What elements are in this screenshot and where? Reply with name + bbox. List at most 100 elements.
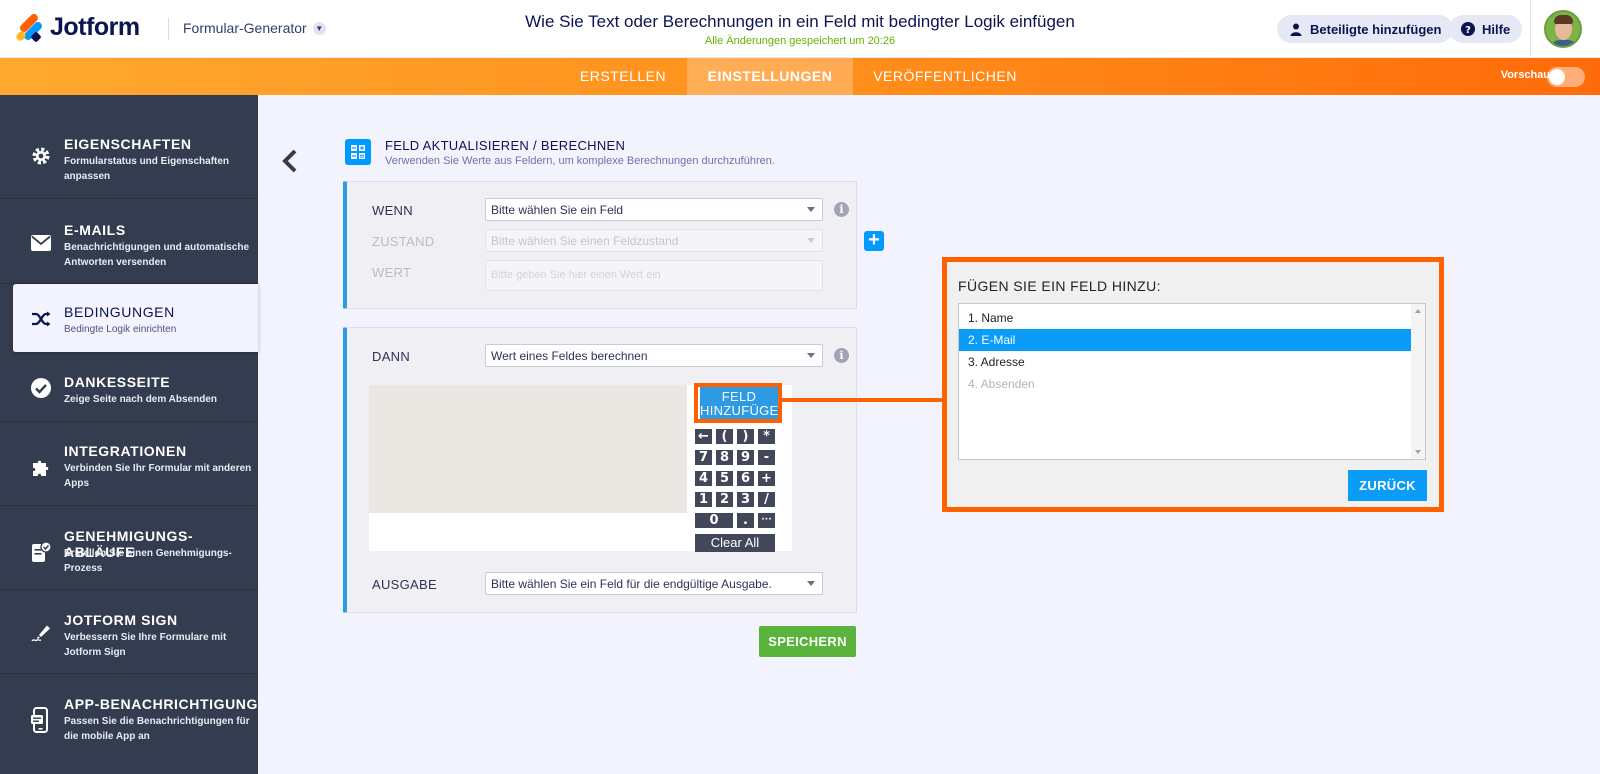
- add-condition-button[interactable]: +: [864, 230, 884, 251]
- if-label: WENN: [372, 203, 413, 218]
- value-input[interactable]: Bitte geben Sie hier einen Wert ein: [485, 260, 823, 291]
- key-plus[interactable]: +: [758, 471, 775, 486]
- key-divide[interactable]: /: [758, 492, 775, 507]
- sidebar-item-desc: Verbinden Sie Ihr Formular mit anderen A…: [64, 463, 252, 489]
- sidebar-item-jotform-sign[interactable]: JOTFORM SIGN Verbessern Sie Ihre Formula…: [0, 590, 258, 674]
- key-2[interactable]: 2: [716, 492, 733, 507]
- jotform-logo-icon: [14, 11, 44, 43]
- key-8[interactable]: 8: [716, 450, 733, 465]
- key-5[interactable]: 5: [716, 471, 733, 486]
- header-separator: [1530, 0, 1531, 58]
- sidebar-item-desc: Verbessern Sie Ihre Formulare mit Jotfor…: [64, 632, 227, 658]
- sidebar-item-title: DANKESSEITE: [64, 374, 171, 390]
- sidebar-item-desc: Erstellen Sie einen Genehmigungs-Prozess: [64, 548, 232, 574]
- key-close-paren[interactable]: ): [737, 429, 754, 444]
- list-scrollbar[interactable]: [1411, 304, 1425, 459]
- key-9[interactable]: 9: [737, 450, 754, 465]
- sidebar-item-genehmigungs-ablaeufe[interactable]: GENEHMIGUNGS-ABLÄUFE Erstellen Sie einen…: [0, 506, 258, 590]
- condition-card: WENN Bitte wählen Sie ein Feld i ZUSTAND…: [343, 181, 857, 309]
- key-4[interactable]: 4: [695, 471, 712, 486]
- sidebar-item-eigenschaften[interactable]: EIGENSCHAFTEN Formularstatus und Eigensc…: [0, 95, 258, 199]
- envelope-icon: [30, 232, 52, 254]
- save-button[interactable]: SPEICHERN: [759, 626, 856, 657]
- sidebar-item-emails[interactable]: E-MAILS Benachrichtigungen und automatis…: [0, 199, 258, 284]
- help-button[interactable]: ? Hilfe: [1449, 15, 1523, 43]
- sidebar-item-title: APP-BENACHRICHTIGUNG: [64, 696, 258, 712]
- section-subtitle: Verwenden Sie Werte aus Feldern, um komp…: [385, 155, 775, 167]
- jotform-logo[interactable]: Jotform: [14, 11, 140, 43]
- back-button[interactable]: ZURÜCK: [1348, 470, 1427, 501]
- tab-erstellen[interactable]: ERSTELLEN: [567, 58, 679, 95]
- field-list[interactable]: 1. Name 2. E-Mail 3. Adresse 4. Absenden: [958, 303, 1426, 460]
- svg-text:?: ?: [1465, 25, 1471, 36]
- key-more[interactable]: ···: [758, 513, 775, 528]
- scroll-down-arrow-icon[interactable]: [1415, 450, 1421, 454]
- key-3[interactable]: 3: [737, 492, 754, 507]
- output-label: AUSGABE: [372, 577, 437, 592]
- sidebar-item-dankesseite[interactable]: DANKESSEITE Zeige Seite nach dem Absende…: [0, 353, 258, 422]
- puzzle-icon: [30, 457, 52, 479]
- state-value: Bitte wählen Sie einen Feldzustand: [491, 234, 679, 248]
- key-7[interactable]: 7: [695, 450, 712, 465]
- add-participants-label: Beteiligte hinzufügen: [1310, 21, 1442, 37]
- sidebar-item-desc: Bedingte Logik einrichten: [64, 324, 177, 335]
- then-action-value: Wert eines Feldes berechnen: [491, 349, 648, 363]
- key-open-paren[interactable]: (: [716, 429, 733, 444]
- mobile-icon: [30, 707, 52, 733]
- list-item[interactable]: 1. Name: [959, 307, 1412, 329]
- info-icon[interactable]: i: [834, 348, 849, 363]
- clear-all-button[interactable]: Clear All: [695, 534, 775, 552]
- sidebar-item-title: JOTFORM SIGN: [64, 612, 178, 628]
- callout-connector: [782, 398, 942, 402]
- sidebar-item-bedingungen[interactable]: BEDINGUNGEN Bedingte Logik einrichten: [13, 284, 258, 353]
- key-multiply[interactable]: *: [758, 429, 775, 444]
- list-item-disabled: 4. Absenden: [968, 377, 1035, 391]
- sidebar-item-integrationen[interactable]: INTEGRATIONEN Verbinden Sie Ihr Formular…: [0, 422, 258, 506]
- tab-einstellungen[interactable]: EINSTELLUNGEN: [687, 58, 853, 95]
- back-arrow-icon[interactable]: [280, 148, 300, 174]
- dropdown-arrow-icon: [807, 353, 815, 358]
- sidebar-item-desc: Passen Sie die Benachrichtigungen für di…: [64, 716, 250, 742]
- scroll-up-arrow-icon[interactable]: [1415, 309, 1421, 313]
- tab-veroeffentlichen[interactable]: VERÖFFENTLICHEN: [860, 58, 1030, 95]
- list-item-selected[interactable]: 2. E-Mail: [959, 329, 1412, 351]
- highlight-box: [694, 383, 782, 423]
- chevron-down-icon: ▼: [312, 21, 326, 35]
- header-divider: [168, 18, 169, 40]
- calculator-icon: [345, 139, 371, 165]
- key-decimal[interactable]: .: [737, 513, 754, 528]
- add-field-popup: FÜGEN SIE EIN FELD HINZU: 1. Name 2. E-M…: [942, 257, 1444, 512]
- list-item[interactable]: 3. Adresse: [959, 351, 1412, 373]
- output-field-value: Bitte wählen Sie ein Feld für die endgül…: [491, 577, 772, 591]
- sidebar-item-title: BEDINGUNGEN: [64, 304, 175, 320]
- builder-selector[interactable]: Formular-Generator ▼: [183, 20, 326, 36]
- output-field-select[interactable]: Bitte wählen Sie ein Feld für die endgül…: [485, 572, 823, 595]
- avatar[interactable]: [1544, 10, 1582, 48]
- then-action-select[interactable]: Wert eines Feldes berechnen: [485, 344, 823, 367]
- sidebar-item-app-benachrichtigung[interactable]: APP-BENACHRICHTIGUNG Passen Sie die Bena…: [0, 674, 258, 774]
- pen-icon: [30, 622, 52, 644]
- sidebar-item-title: E-MAILS: [64, 222, 126, 238]
- popup-title: FÜGEN SIE EIN FELD HINZU:: [958, 278, 1161, 294]
- sidebar-item-title: EIGENSCHAFTEN: [64, 136, 192, 152]
- if-field-select[interactable]: Bitte wählen Sie ein Feld: [485, 198, 823, 221]
- key-1[interactable]: 1: [695, 492, 712, 507]
- key-minus[interactable]: -: [758, 450, 775, 465]
- logo-text: Jotform: [50, 13, 140, 41]
- if-field-value: Bitte wählen Sie ein Feld: [491, 203, 624, 217]
- formula-textarea[interactable]: [369, 385, 687, 513]
- state-select[interactable]: Bitte wählen Sie einen Feldzustand: [485, 229, 823, 252]
- main-nav: ERSTELLEN EINSTELLUNGEN VERÖFFENTLICHEN …: [0, 58, 1600, 95]
- key-backspace[interactable]: ←: [695, 429, 712, 444]
- key-0[interactable]: 0: [695, 513, 733, 528]
- add-participants-button[interactable]: Beteiligte hinzufügen: [1277, 15, 1454, 43]
- user-icon: [1289, 22, 1303, 36]
- value-placeholder: Bitte geben Sie hier einen Wert ein: [491, 269, 661, 281]
- sidebar-item-desc: Benachrichtigungen und automatische Antw…: [64, 242, 250, 268]
- info-icon[interactable]: i: [834, 202, 849, 217]
- shuffle-icon: [30, 308, 52, 330]
- help-label: Hilfe: [1482, 21, 1511, 37]
- sidebar-item-desc: Formularstatus und Eigenschaften anpasse…: [64, 156, 230, 182]
- key-6[interactable]: 6: [737, 471, 754, 486]
- preview-toggle[interactable]: [1547, 67, 1585, 87]
